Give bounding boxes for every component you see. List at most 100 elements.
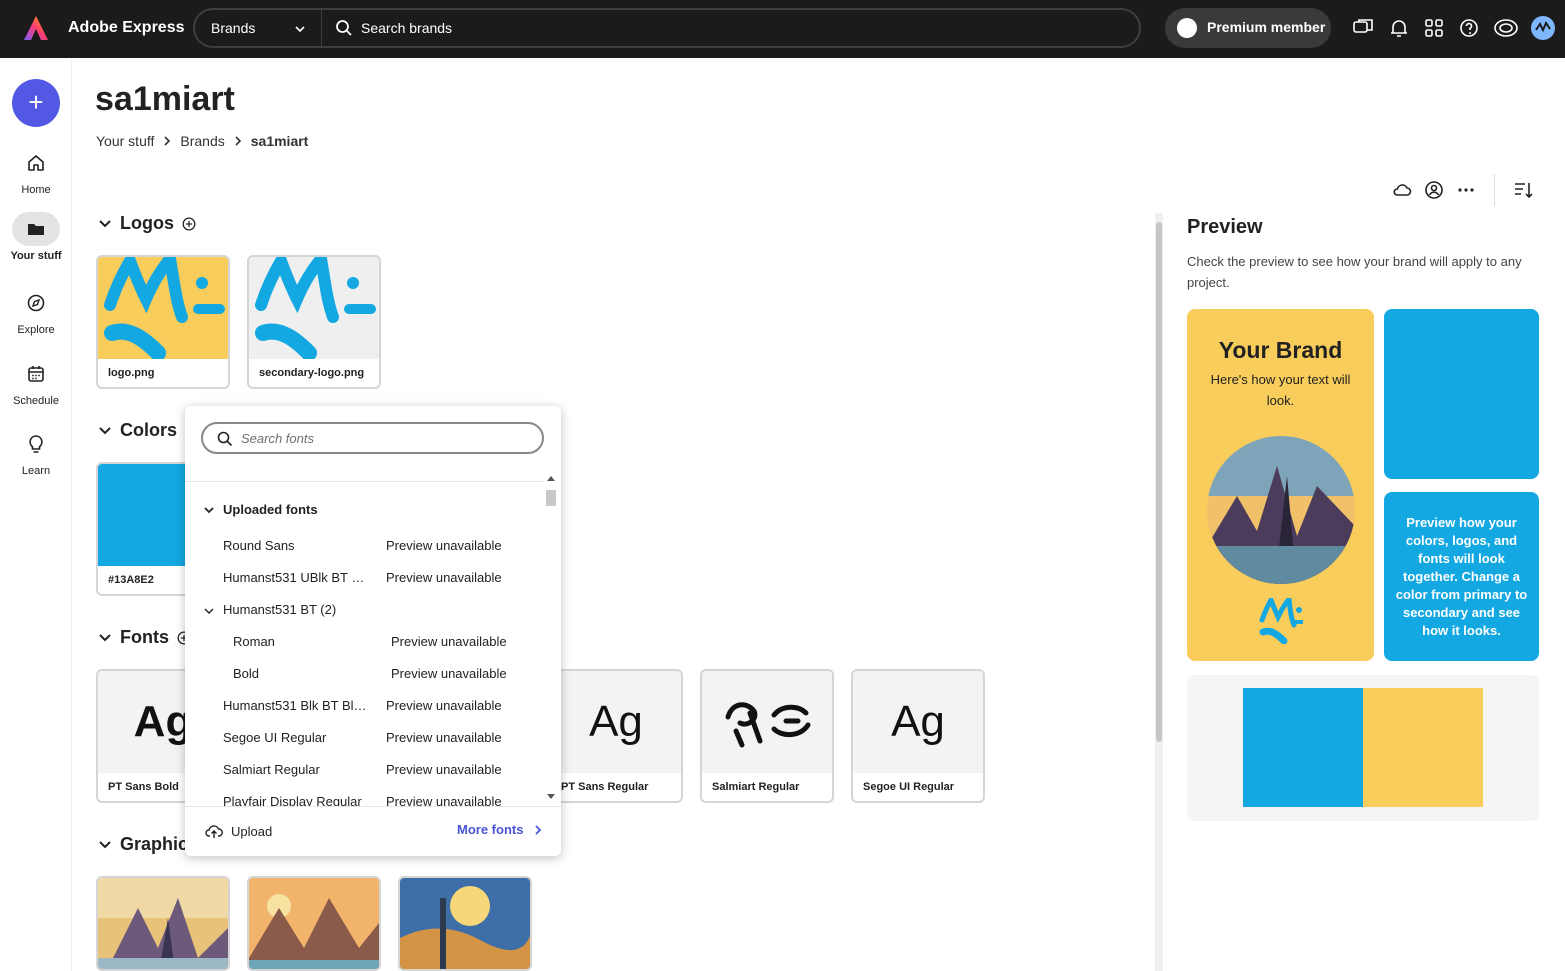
colors-title: Colors	[120, 420, 178, 440]
uploaded-fonts-group[interactable]: Uploaded fonts	[203, 502, 318, 517]
lightbulb-icon	[29, 435, 43, 453]
breadcrumb-brands[interactable]: Brands	[180, 133, 224, 149]
upload-font-button[interactable]: Upload	[205, 822, 272, 840]
add-circle-icon[interactable]	[182, 217, 196, 231]
preview-logo	[1259, 598, 1303, 644]
breadcrumb-current: sa1miart	[250, 133, 309, 149]
chat-icon[interactable]	[1352, 17, 1374, 39]
font-option[interactable]: Playfair Display Regular Preview unavail…	[185, 786, 543, 806]
font-option[interactable]: Humanst531 UBlk BT Ult... Preview unavai…	[185, 562, 543, 594]
font-option[interactable]: Salmiart Regular Preview unavailable	[185, 754, 543, 786]
page-title: sa1miart	[95, 80, 235, 118]
logos-title: Logos	[120, 213, 174, 233]
font-card[interactable]: Ag Segoe UI Regular	[851, 669, 985, 803]
logo-card[interactable]: logo.png	[96, 255, 230, 389]
calendar-icon	[28, 366, 44, 382]
more-fonts-link[interactable]: More fonts	[457, 822, 543, 837]
main-scroll-thumb[interactable]	[1156, 222, 1162, 742]
chevron-down-icon[interactable]	[98, 424, 112, 438]
fonts-section-header: Fonts	[98, 627, 191, 648]
font-family-group[interactable]: Humanst531 BT (2)	[185, 594, 543, 626]
crown-icon	[1177, 18, 1197, 38]
font-list-scroll-thumb[interactable]	[546, 490, 556, 506]
rail-label-your-stuff: Your stuff	[10, 250, 62, 262]
rail-item-learn[interactable]: Learn	[0, 427, 72, 477]
chevron-down-icon[interactable]	[293, 22, 307, 36]
font-search-input[interactable]: Search fonts	[201, 422, 544, 454]
logos-section-header: Logos	[98, 213, 196, 234]
graphic-thumbnail	[249, 878, 379, 969]
graphics-section-header: Graphics	[98, 834, 198, 855]
font-card[interactable]: Ag PT Sans Regular	[549, 669, 683, 803]
graphic-card[interactable]	[398, 876, 532, 971]
graphic-card[interactable]	[96, 876, 230, 971]
font-list-scrollbar[interactable]	[543, 472, 559, 804]
primary-color-swatch	[1243, 688, 1363, 807]
logo-thumbnail	[98, 257, 228, 359]
breadcrumb-your-stuff[interactable]: Your stuff	[96, 133, 154, 149]
font-list: Uploaded fonts Round Sans Preview unavai…	[185, 482, 543, 806]
font-label: PT Sans Bold	[108, 781, 179, 793]
font-option-name: Round Sans	[223, 538, 295, 553]
scroll-up-arrow[interactable]	[547, 476, 555, 481]
chevron-down-icon[interactable]	[98, 838, 112, 852]
font-option[interactable]: Humanst531 Blk BT Black Preview unavaila…	[185, 690, 543, 722]
font-option-name: Segoe UI Regular	[223, 730, 327, 745]
font-option-preview: Preview unavailable	[386, 698, 502, 713]
font-option[interactable]: Round Sans Preview unavailable	[185, 530, 543, 562]
preview-description: Check the preview to see how your brand …	[1187, 254, 1522, 290]
create-button[interactable]: +	[12, 79, 60, 127]
home-icon	[28, 155, 44, 171]
apps-grid-icon[interactable]	[1423, 17, 1445, 39]
rail-item-schedule[interactable]: Schedule	[0, 357, 72, 407]
secondary-logo-label: secondary-logo.png	[259, 367, 365, 379]
font-option-name: Playfair Display Regular	[223, 794, 362, 806]
font-option-name: Humanst531 UBlk BT Ult...	[223, 570, 373, 585]
font-card[interactable]: Salmiart Regular	[700, 669, 834, 803]
preview-info-text: Preview how your colors, logos, and font…	[1395, 515, 1528, 638]
rail-label-explore: Explore	[17, 324, 55, 336]
secondary-color-swatch	[1363, 688, 1483, 807]
secondary-logo-card[interactable]: secondary-logo.png	[247, 255, 381, 389]
creative-cloud-icon[interactable]	[1493, 17, 1519, 39]
font-option-name: Salmiart Regular	[223, 762, 320, 777]
font-option[interactable]: Bold Preview unavailable	[185, 658, 543, 690]
rail-item-explore[interactable]: Explore	[0, 286, 72, 336]
help-icon[interactable]	[1458, 17, 1480, 39]
rail-label-learn: Learn	[21, 465, 51, 477]
more-icon[interactable]	[1456, 180, 1476, 200]
preview-info-card: Preview how your colors, logos, and font…	[1384, 492, 1539, 661]
chevron-down-icon	[204, 608, 214, 614]
font-search-placeholder: Search fonts	[241, 431, 314, 446]
app-title[interactable]: Adobe Express	[68, 19, 184, 37]
chevron-down-icon[interactable]	[98, 217, 112, 231]
upload-label: Upload	[231, 823, 273, 839]
scroll-down-arrow[interactable]	[547, 794, 555, 799]
search-icon	[336, 20, 352, 36]
breadcrumb: Your stuff Brands sa1miart	[96, 133, 308, 149]
font-label: PT Sans Regular	[561, 781, 649, 793]
sort-icon[interactable]	[1513, 180, 1533, 200]
rail-item-home[interactable]: Home	[0, 146, 72, 196]
avatar[interactable]	[1531, 16, 1555, 40]
graphic-card[interactable]	[247, 876, 381, 971]
chevron-down-icon	[204, 506, 214, 513]
chevron-down-icon[interactable]	[98, 631, 112, 645]
font-option-name: Roman	[233, 634, 275, 649]
uploaded-fonts-label: Uploaded fonts	[223, 502, 318, 517]
rail-item-your-stuff[interactable]: Your stuff	[0, 212, 72, 262]
search-divider	[321, 10, 322, 46]
font-option[interactable]: Roman Preview unavailable	[185, 626, 543, 658]
bell-icon[interactable]	[1388, 17, 1410, 39]
cloud-icon[interactable]	[1392, 180, 1412, 200]
preview-brand-image	[1207, 436, 1355, 584]
font-option[interactable]: Segoe UI Regular Preview unavailable	[185, 722, 543, 754]
font-option-preview: Preview unavailable	[386, 538, 502, 553]
share-user-icon[interactable]	[1424, 180, 1444, 200]
preview-brand-title: Your Brand	[1218, 337, 1343, 363]
brands-select[interactable]: Brands	[211, 20, 255, 36]
font-option-name: Bold	[233, 666, 260, 681]
search-brands-input[interactable]: Search brands	[361, 20, 452, 36]
premium-member-button[interactable]: Premium member	[1165, 8, 1331, 48]
adobe-express-logo-icon[interactable]	[22, 14, 50, 42]
